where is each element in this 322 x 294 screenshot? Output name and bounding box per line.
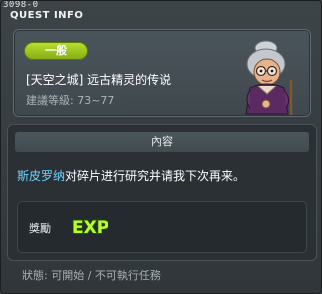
quest-status: 狀態: 可開始 / 不可執行任務	[22, 269, 161, 282]
npc-name-link[interactable]: 斯皮罗纳	[17, 169, 65, 183]
window-title: QUEST INFO	[10, 10, 84, 21]
content-header: 內容	[15, 132, 309, 152]
quest-card: 一般 [天空之城] 远古精灵的传说 建議等級: 73~77	[13, 29, 311, 117]
reward-box: 獎勵 EXP	[17, 201, 307, 253]
quest-level: 建議等級: 73~77	[26, 94, 115, 107]
content-text-rest: 对碎片进行研究并请我下次再来。	[65, 169, 246, 183]
old-woman-npc-icon	[245, 40, 293, 115]
quest-category-badge: 一般	[24, 42, 88, 60]
window-id: 3098-0	[3, 0, 39, 10]
content-panel: 內容 斯皮罗纳对碎片进行研究并请我下次再来。 獎勵 EXP	[7, 124, 317, 261]
exp-icon-text: EXP	[72, 218, 108, 238]
quest-info-window: 3098-0 QUEST INFO 一般 [天空之城] 远古精灵的传说 建議等級…	[0, 0, 322, 294]
quest-name: [天空之城] 远古精灵的传说	[26, 73, 172, 87]
exp-icon: EXP	[71, 217, 108, 238]
reward-label: 獎勵	[29, 222, 51, 235]
content-text: 斯皮罗纳对碎片进行研究并请我下次再来。	[17, 167, 245, 184]
